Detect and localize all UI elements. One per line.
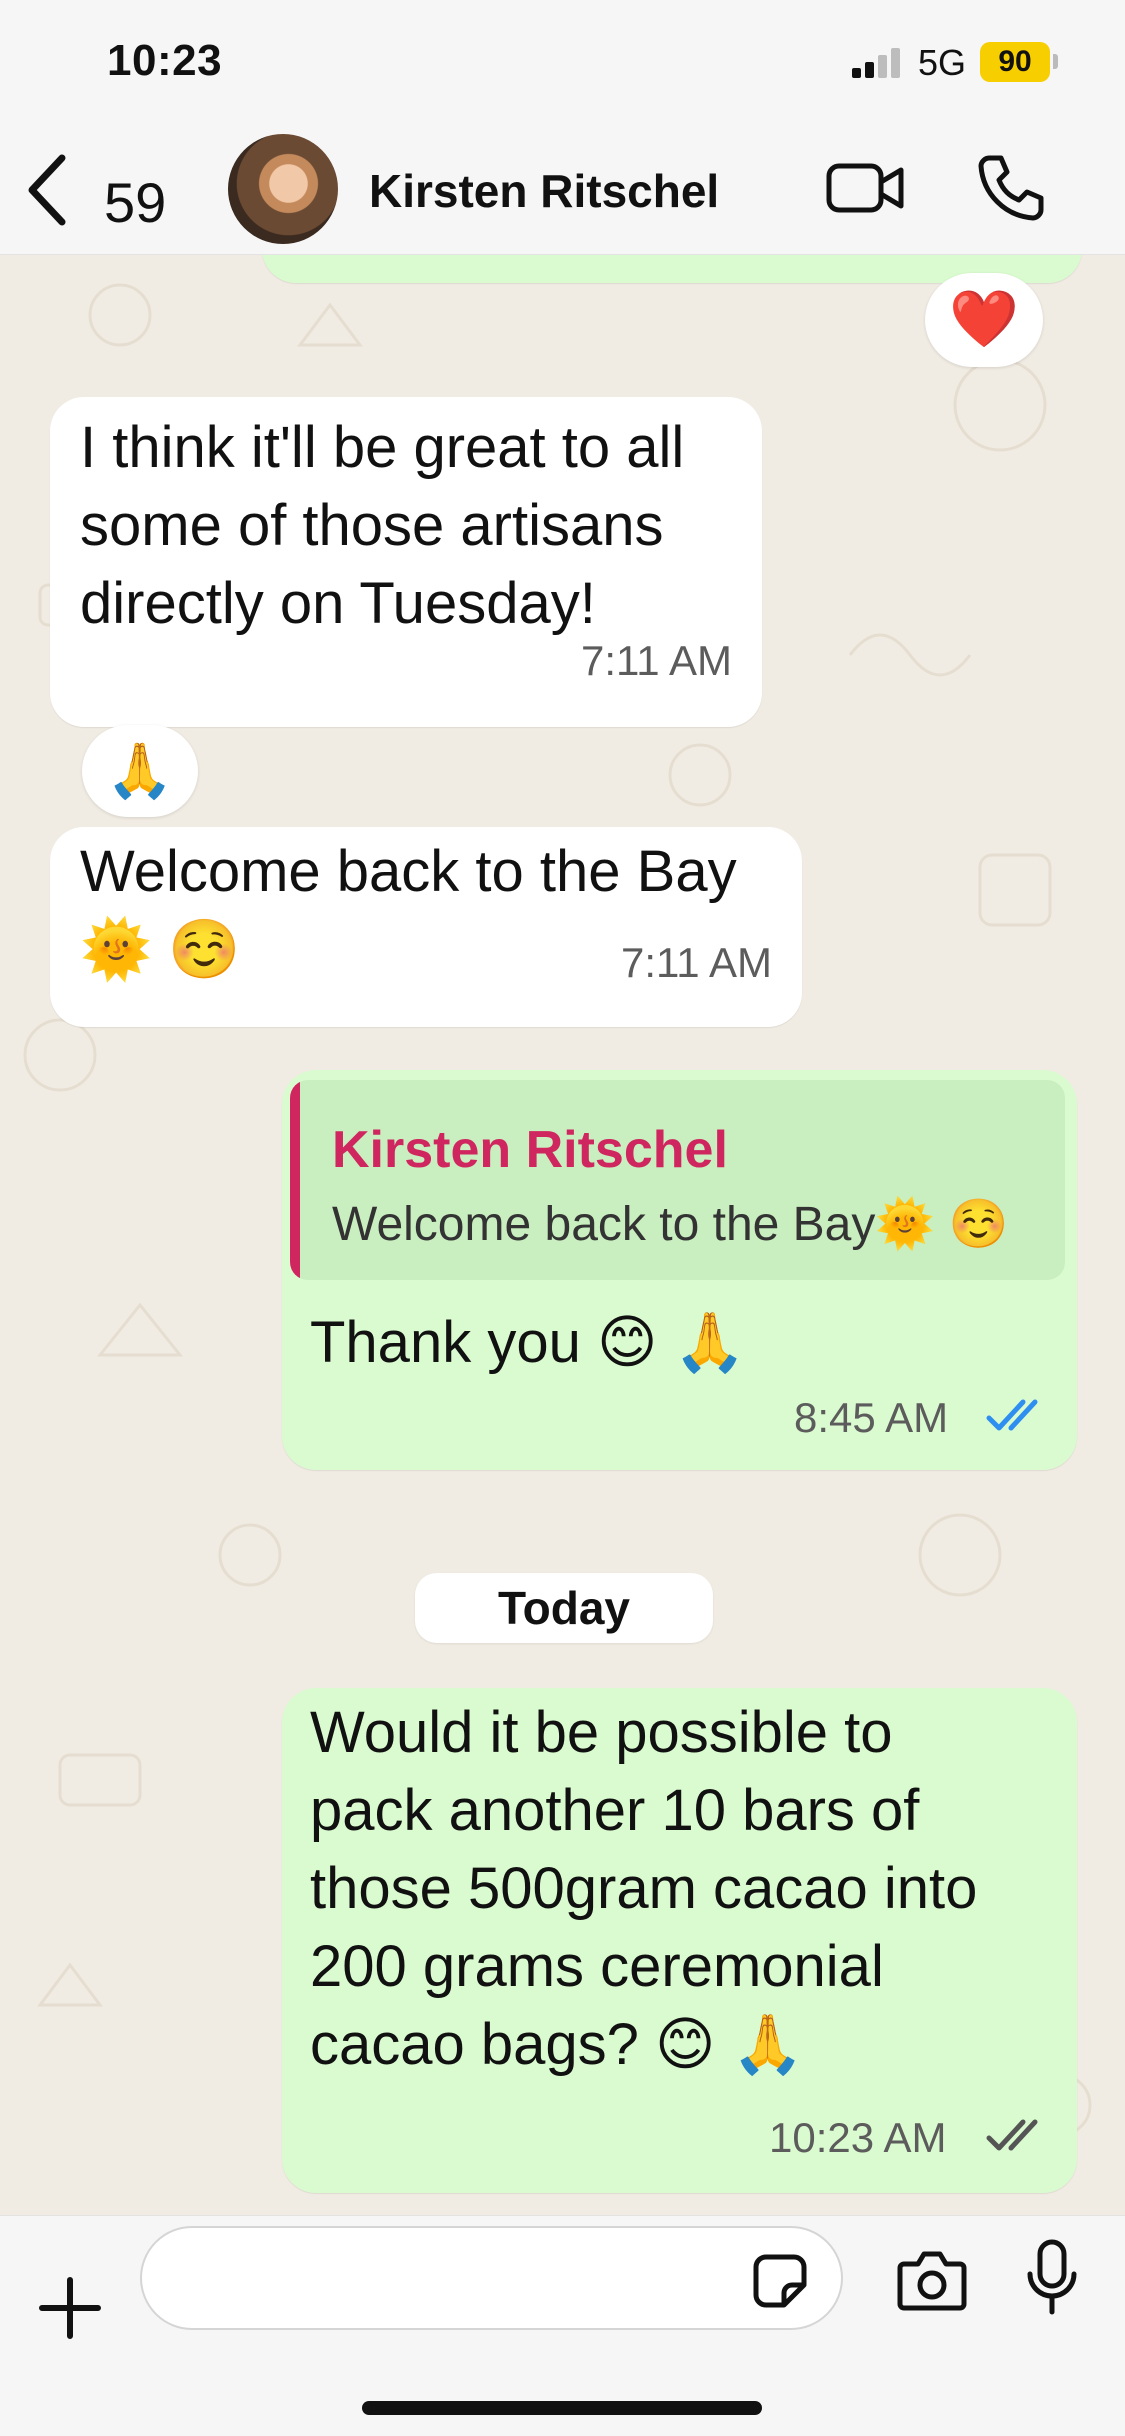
composer-bar <box>0 2215 1125 2436</box>
heart-reaction: ❤️ <box>949 287 1019 352</box>
message-input[interactable] <box>140 2226 843 2330</box>
status-bar: 10:23 5G 90 <box>0 0 1125 130</box>
quote-author: Kirsten Ritschel <box>332 1121 728 1179</box>
camera-button[interactable] <box>896 2248 968 2312</box>
sticker-icon <box>753 2254 807 2308</box>
chat-header: 59 Kirsten Ritschel <box>0 130 1125 255</box>
message-time: 7:11 AM <box>581 637 732 684</box>
chat-area[interactable]: ❤️ I think it'll be great to all some of… <box>0 255 1125 2215</box>
date-separator: Today <box>415 1573 713 1643</box>
attach-button[interactable] <box>38 2276 102 2340</box>
message-bubble-incoming[interactable]: Welcome back to the Bay 🌞 ☺️ 7:11 AM <box>50 827 802 1027</box>
reply-quote[interactable]: Kirsten Ritschel Welcome back to the Bay… <box>290 1080 1065 1280</box>
voice-note-button[interactable] <box>1022 2238 1082 2318</box>
battery-cap <box>1053 54 1058 69</box>
back-chevron-icon <box>28 154 66 226</box>
avatar[interactable] <box>228 134 338 244</box>
message-text: Thank you 😊 🙏 <box>310 1310 746 1375</box>
battery-level: 90 <box>980 42 1050 82</box>
plus-icon <box>39 2277 101 2339</box>
message-time: 10:23 AM <box>769 2114 947 2161</box>
contact-name[interactable]: Kirsten Ritschel <box>369 164 719 218</box>
quote-accent-bar <box>290 1080 300 1280</box>
message-text: I think it'll be great to all some of th… <box>80 415 685 636</box>
unread-count: 59 <box>104 171 167 234</box>
double-check-icon <box>986 1399 1038 1431</box>
video-call-icon <box>826 163 904 213</box>
voice-call-button[interactable] <box>975 152 1045 222</box>
video-call-button[interactable] <box>825 158 905 218</box>
double-check-icon <box>986 2119 1038 2151</box>
home-indicator[interactable] <box>362 2401 762 2415</box>
signal-icon <box>852 48 904 78</box>
message-text: Would it be possible to pack another 10 … <box>310 1700 978 2077</box>
message-time: 7:11 AM <box>621 939 772 986</box>
quote-text: Welcome back to the Bay🌞 ☺️ <box>332 1198 1009 1251</box>
reaction-badge[interactable]: 🙏 <box>82 725 198 817</box>
message-bubble-incoming[interactable]: I think it'll be great to all some of th… <box>50 397 762 727</box>
camera-icon <box>897 2251 967 2311</box>
reaction-badge[interactable]: ❤️ <box>925 273 1043 367</box>
message-bubble-outgoing[interactable]: Would it be possible to pack another 10 … <box>282 1688 1077 2193</box>
back-button[interactable]: 59 <box>22 150 182 234</box>
pray-reaction: 🙏 <box>106 739 174 802</box>
sticker-button[interactable] <box>752 2253 808 2309</box>
message-time: 8:45 AM <box>794 1394 949 1441</box>
microphone-icon <box>1027 2239 1077 2315</box>
network-type: 5G <box>918 42 967 83</box>
status-time: 10:23 <box>107 36 223 85</box>
phone-icon <box>978 155 1044 221</box>
